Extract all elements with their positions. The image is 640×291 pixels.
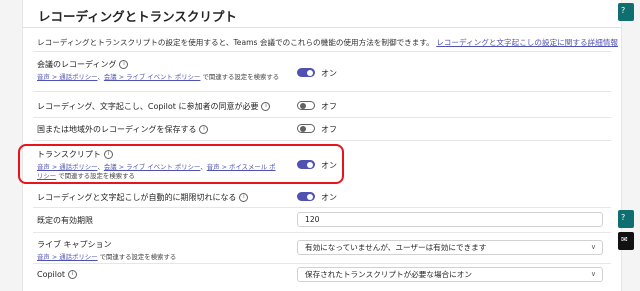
info-icon[interactable]: i (119, 60, 129, 69)
feedback-button[interactable]: ✉ (618, 232, 634, 250)
help-button[interactable]: ? (618, 3, 634, 21)
live-event-policy-link[interactable]: 会議 > ライブ イベント ポリシー (104, 73, 201, 81)
divider (33, 117, 611, 118)
meeting-recording-label: 会議のレコーディング i (37, 59, 129, 70)
auto-expire-toggle[interactable] (297, 192, 315, 201)
outside-region-state: オフ (321, 125, 337, 134)
outside-region-label: 国または地域外のレコーディングを保存する i (37, 124, 209, 135)
meeting-recording-related: 音声 > 通話ポリシー、会議 > ライブ イベント ポリシー で関連する設定を検… (37, 73, 280, 81)
help-icon: ? (621, 213, 626, 222)
info-icon[interactable]: i (199, 125, 209, 134)
consent-state: オフ (321, 102, 337, 111)
help-button[interactable]: ? (618, 210, 634, 228)
meeting-recording-toggle[interactable] (297, 68, 315, 77)
divider (23, 27, 621, 28)
divider (33, 51, 611, 52)
auto-expire-state: オン (321, 193, 337, 202)
divider (33, 232, 611, 233)
transcript-highlight (18, 144, 344, 184)
divider (33, 207, 611, 208)
info-icon[interactable]: i (68, 270, 78, 279)
outside-region-toggle[interactable] (297, 124, 315, 133)
copilot-select[interactable]: 保存されたトランスクリプトが必要な場合にオン ∨ (297, 267, 603, 282)
chevron-down-icon: ∨ (590, 243, 596, 251)
live-captions-select[interactable]: 有効になっていませんが、ユーザーは有効にできます ∨ (297, 240, 603, 255)
feedback-icon: ✉ (621, 235, 628, 244)
divider (33, 263, 611, 264)
default-expiration-input[interactable]: 120 (297, 212, 603, 227)
help-icon: ? (621, 6, 626, 15)
auto-expire-label: レコーディングと文字起こしが自動的に期限切れになる i (37, 192, 249, 203)
copilot-label: Copilot i (37, 270, 78, 279)
divider (33, 91, 611, 92)
calling-policy-link[interactable]: 音声 > 通話ポリシー (37, 73, 97, 81)
info-icon[interactable]: i (239, 193, 249, 202)
learn-more-link[interactable]: レコーディングと文字起こしの設定に関する詳細情報 (436, 38, 618, 47)
live-captions-related: 音声 > 通話ポリシー で関連する設定を検索する (37, 253, 177, 261)
consent-toggle[interactable] (297, 101, 315, 110)
section-title: レコーディングとトランスクリプト (38, 9, 237, 24)
consent-label: レコーディング、文字起こし、Copilot に参加者の同意が必要 i (37, 101, 271, 112)
section-description: レコーディングとトランスクリプトの設定を使用すると、Teams 会議でのこれらの… (37, 38, 618, 47)
info-icon[interactable]: i (261, 102, 271, 111)
default-expiration-label: 既定の有効期限 (37, 216, 93, 225)
live-captions-label: ライブ キャプション (37, 240, 112, 249)
chevron-down-icon: ∨ (590, 270, 596, 278)
meeting-recording-state: オン (321, 69, 337, 78)
divider (33, 140, 611, 141)
calling-policy-link[interactable]: 音声 > 通話ポリシー (37, 253, 98, 261)
